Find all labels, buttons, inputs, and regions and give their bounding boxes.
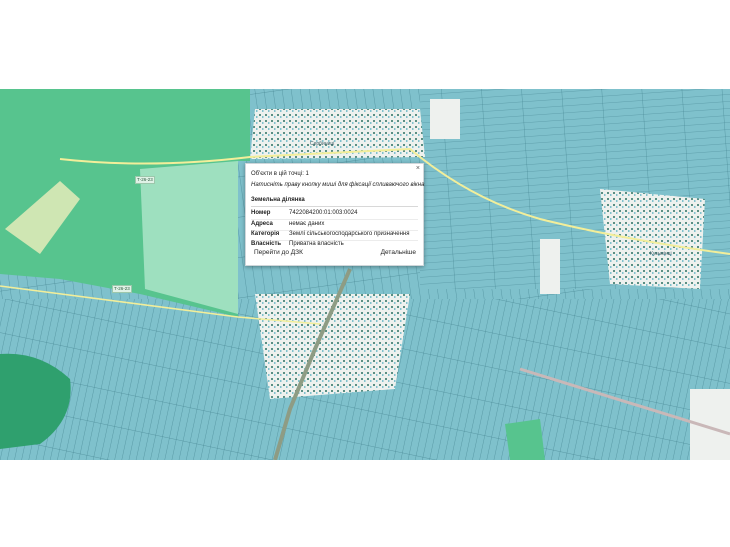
attribute-value: немає даних <box>289 221 325 227</box>
attribute-key: Власність <box>251 241 282 247</box>
row-divider <box>251 219 418 220</box>
cadastral-map[interactable] <box>0 89 730 460</box>
settlement-north[interactable] <box>250 109 425 159</box>
road-badge-left: Т-26-23 <box>112 285 132 293</box>
forest-area-small[interactable] <box>505 419 545 460</box>
place-label-north: Сербиниці <box>310 141 335 147</box>
close-icon[interactable]: × <box>416 165 420 172</box>
divider <box>251 206 418 207</box>
go-to-dzk-button[interactable]: Перейти до ДЗК <box>254 249 303 256</box>
objects-count-text: Об'єкти в цій точці: 1 <box>251 171 309 177</box>
place-label-east: Кузьмінці <box>650 251 672 257</box>
popup-hint-text: Натисніть праву кнопку миші для фіксації… <box>251 182 425 188</box>
attribute-key: Номер <box>251 210 271 216</box>
attribute-value: Приватна власність <box>289 241 344 247</box>
gap-area[interactable] <box>430 99 460 139</box>
section-title: Земельна ділянка <box>251 197 305 203</box>
settlement-east[interactable] <box>600 189 705 289</box>
attribute-key: Адреса <box>251 221 273 227</box>
map-viewport[interactable]: Т-26-23 Т-26-23 Сербиниці Кузьмінці <box>0 89 730 460</box>
attribute-key: Категорія <box>251 231 280 237</box>
feature-info-popup: × Об'єкти в цій точці: 1 Натисніть праву… <box>245 163 424 266</box>
details-button[interactable]: Детальніше <box>381 249 416 256</box>
gap-area[interactable] <box>540 239 560 294</box>
attribute-value: Землі сільськогосподарського призначення <box>289 231 410 237</box>
road-badge-top: Т-26-23 <box>135 176 155 184</box>
attribute-value: 7422084200:01:003:0024 <box>289 210 358 216</box>
